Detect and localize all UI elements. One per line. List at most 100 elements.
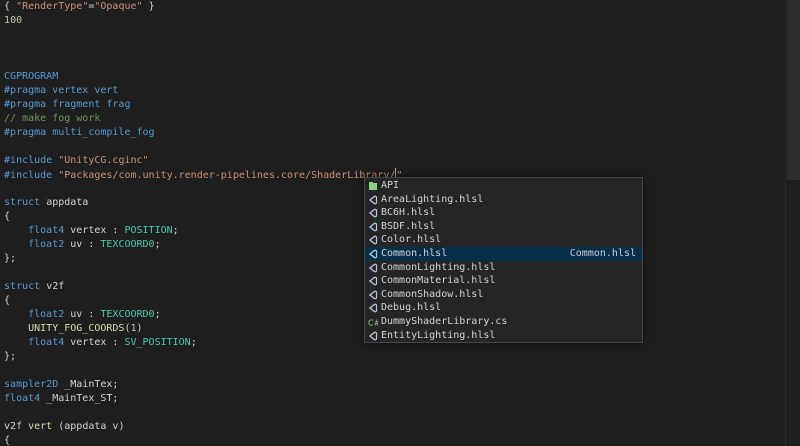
file-icon — [368, 263, 378, 273]
code-line[interactable]: { — [0, 210, 10, 224]
code-token: 100 — [4, 15, 23, 26]
code-token: } — [142, 1, 155, 12]
code-token: ; — [172, 225, 179, 236]
code-line[interactable]: CGPROGRAM — [0, 70, 58, 84]
file-icon — [368, 222, 378, 232]
file-icon — [368, 249, 378, 259]
code-line[interactable]: { — [0, 294, 10, 308]
code-token: { — [4, 435, 11, 446]
suggest-item-label: CommonShadow.hlsl — [381, 288, 484, 300]
code-token: { — [4, 295, 11, 306]
file-icon — [368, 303, 378, 313]
suggest-item[interactable]: CommonLighting.hlsl — [365, 261, 642, 275]
code-token: #include — [4, 170, 53, 181]
code-line[interactable]: #pragma multi_compile_fog — [0, 126, 155, 140]
code-token: appdata — [46, 197, 89, 208]
folder-icon — [368, 181, 378, 191]
suggest-item[interactable]: BC6H.hlsl — [365, 206, 642, 220]
code-token: (appdata v) — [58, 421, 125, 432]
code-line[interactable]: #include "Packages/com.unity.render-pipe… — [0, 168, 402, 182]
code-line[interactable]: UNITY_FOG_COORDS(1) — [0, 322, 143, 336]
code-line[interactable]: }; — [0, 252, 16, 266]
code-line[interactable]: #pragma vertex vert — [0, 84, 118, 98]
code-token: struct — [4, 281, 41, 292]
suggest-item-label: Debug.hlsl — [381, 302, 442, 314]
code-token: }; — [4, 351, 17, 362]
code-line[interactable]: float2 uv : TEXCOORD0; — [0, 238, 161, 252]
code-token: vert — [28, 421, 59, 432]
suggest-item[interactable]: BSDF.hlsl — [365, 220, 642, 234]
code-token: vertex : — [70, 337, 125, 348]
code-token: v2f — [4, 421, 23, 432]
code-token: TEXCOORD0 — [100, 309, 155, 320]
code-line[interactable]: v2f vert (appdata v) — [0, 420, 124, 434]
suggest-item-label: AreaLighting.hlsl — [381, 193, 484, 205]
code-line[interactable]: float4 vertex : POSITION; — [0, 224, 179, 238]
suggest-item[interactable]: EntityLighting.hlsl — [365, 329, 642, 342]
code-token: CGPROGRAM — [4, 71, 59, 82]
code-token: UNITY_FOG_COORDS — [0, 323, 125, 334]
suggest-item[interactable]: CommonShadow.hlsl — [365, 288, 642, 302]
code-token: SV_POSITION — [124, 337, 191, 348]
suggest-item-label: CommonMaterial.hlsl — [381, 275, 496, 287]
code-token: ; — [190, 337, 197, 348]
code-token: #pragma fragment frag — [0, 99, 131, 110]
suggest-widget: API AreaLighting.hlsl BC6H.hlsl BSDF.hlsl Co… — [364, 177, 643, 343]
suggest-item[interactable]: Common.hlsl Common.hlsl — [365, 247, 642, 261]
code-token: "RenderType" — [16, 1, 89, 12]
code-editor[interactable]: s { "RenderType"="Opaque" }D 100s CGPROG… — [0, 0, 800, 446]
code-token: v2f — [46, 281, 65, 292]
suggest-item-label: Color.hlsl — [381, 234, 442, 246]
code-token: uv : — [70, 309, 101, 320]
suggest-item-detail: Common.hlsl — [569, 248, 636, 259]
code-token: uv : — [70, 239, 101, 250]
suggest-item-label: DummyShaderLibrary.cs — [381, 316, 508, 327]
code-token: struct — [4, 197, 41, 208]
code-line[interactable]: float4 _MainTex_ST; — [0, 392, 118, 406]
suggest-item[interactable]: C#DummyShaderLibrary.cs — [365, 315, 642, 329]
code-line[interactable]: float2 uv : TEXCOORD0; — [0, 308, 161, 322]
code-token: float2 — [28, 309, 65, 320]
code-token: TEXCOORD0 — [100, 239, 155, 250]
code-token: float4 — [28, 225, 65, 236]
code-line[interactable]: struct v2f — [0, 280, 64, 294]
code-line[interactable]: D 100 — [0, 14, 22, 28]
suggest-item-label: BSDF.hlsl — [381, 220, 436, 232]
file-icon — [368, 195, 378, 205]
code-line[interactable]: s { "RenderType"="Opaque" } — [0, 0, 155, 14]
code-token: // make fog work — [0, 113, 101, 124]
code-token: _MainTex_ST; — [46, 393, 119, 404]
suggest-item[interactable]: Debug.hlsl — [365, 301, 642, 315]
suggest-item[interactable]: AreaLighting.hlsl — [365, 193, 642, 207]
code-token: ; — [154, 309, 161, 320]
code-token: ) — [136, 323, 143, 334]
suggest-item[interactable]: API — [365, 179, 642, 193]
code-line[interactable]: sampler2D _MainTex; — [0, 378, 118, 392]
code-token: "Packages/com.unity.render-pipelines.cor… — [58, 170, 396, 181]
code-line[interactable]: float4 vertex : SV_POSITION; — [0, 336, 197, 350]
code-token: sampler2D — [4, 379, 59, 390]
code-line[interactable]: { — [0, 434, 10, 446]
code-token: "Opaque" — [94, 1, 143, 12]
scrollbar-thumb[interactable] — [787, 0, 800, 180]
code-line[interactable]: }; — [0, 350, 16, 364]
code-token: vertex : — [70, 225, 125, 236]
suggest-item-label: CommonLighting.hlsl — [381, 261, 496, 273]
suggest-item[interactable]: CommonMaterial.hlsl — [365, 274, 642, 288]
file-icon — [368, 235, 378, 245]
code-line[interactable]: // make fog work — [0, 112, 100, 126]
code-token: float4 — [28, 337, 65, 348]
suggest-item-label: Common.hlsl — [381, 248, 448, 259]
file-icon — [368, 331, 378, 341]
code-token: #include — [4, 155, 53, 166]
code-line[interactable]: #pragma fragment frag — [0, 98, 130, 112]
vertical-scrollbar[interactable] — [785, 0, 800, 446]
code-line[interactable]: struct appdata — [0, 196, 88, 210]
code-line[interactable]: #include "UnityCG.cginc" — [0, 154, 149, 168]
svg-text:C#: C# — [368, 319, 378, 328]
code-token: POSITION — [124, 225, 173, 236]
suggest-item[interactable]: Color.hlsl — [365, 233, 642, 247]
suggest-item-label: API — [381, 180, 400, 191]
code-token: _MainTex; — [64, 379, 119, 390]
code-token: float4 — [4, 393, 41, 404]
